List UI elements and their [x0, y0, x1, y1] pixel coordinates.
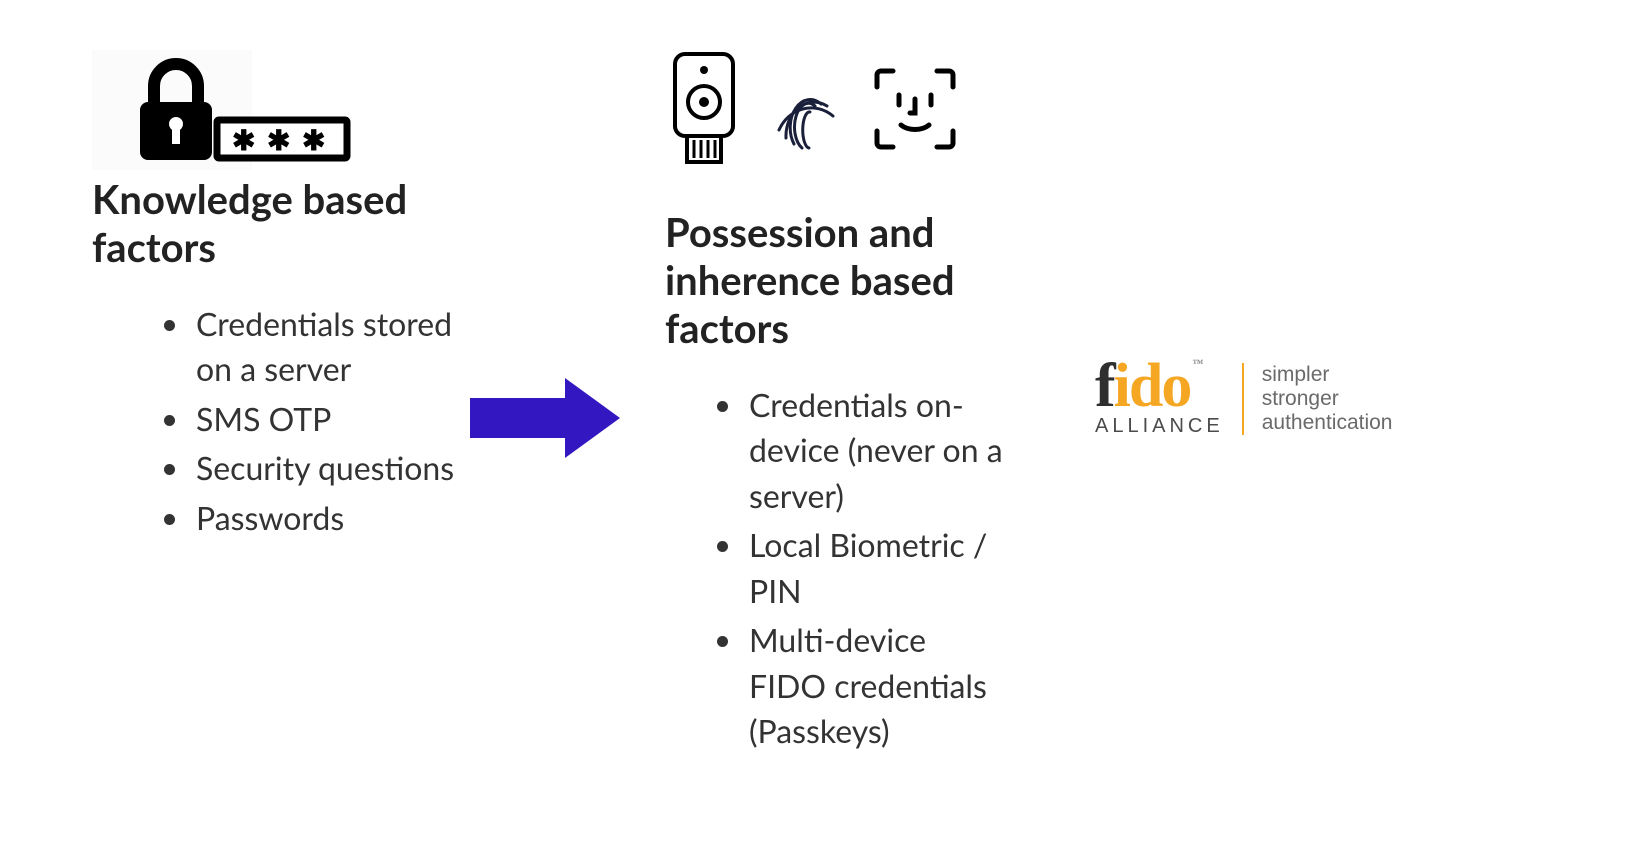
possession-heading: Possession and inherence based factors: [665, 208, 1005, 352]
list-item: Passwords: [192, 495, 472, 540]
knowledge-heading: Knowledge based factors: [92, 175, 472, 271]
divider: [1242, 363, 1244, 435]
arrow-right-icon: [470, 378, 620, 458]
password-dots-icon: ✱ ✱ ✱: [232, 122, 325, 156]
fido-wordmark: fido™: [1095, 360, 1201, 413]
list-item: Local Biometric / PIN: [745, 522, 1005, 613]
possession-bullets: Credentials on-device (never on a server…: [665, 382, 1005, 754]
knowledge-bullets: Credentials stored on a server SMS OTP S…: [92, 301, 472, 540]
list-item: Credentials on-device (never on a server…: [745, 382, 1005, 518]
security-key-icon: [665, 50, 743, 168]
face-id-icon: [869, 63, 961, 155]
fido-tagline: simpler stronger authentication: [1262, 363, 1393, 435]
svg-text:✱: ✱: [302, 122, 325, 156]
knowledge-icon-block: ✱ ✱ ✱: [92, 50, 372, 175]
fido-alliance-logo: fido™ ALLIANCE simpler stronger authenti…: [1095, 360, 1495, 438]
lock-password-icon: ✱ ✱ ✱: [92, 50, 372, 175]
list-item: Multi-device FIDO credentials (Passkeys): [745, 617, 1005, 753]
svg-text:✱: ✱: [232, 122, 255, 156]
fingerprint-icon: [761, 64, 851, 154]
list-item: SMS OTP: [192, 396, 472, 441]
knowledge-factors-column: ✱ ✱ ✱ Knowledge based factors Credential…: [92, 50, 472, 544]
list-item: Credentials stored on a server: [192, 301, 472, 392]
possession-factors-column: Possession and inherence based factors C…: [665, 50, 1005, 758]
svg-text:✱: ✱: [267, 122, 290, 156]
fido-alliance-label: ALLIANCE: [1095, 415, 1224, 438]
list-item: Security questions: [192, 445, 472, 490]
possession-icon-block: [665, 50, 1005, 168]
